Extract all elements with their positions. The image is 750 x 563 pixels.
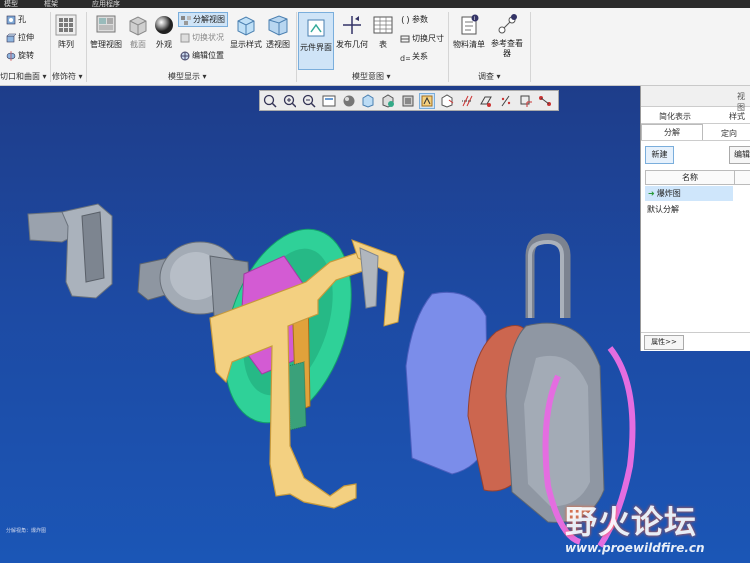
explode-state-row-default[interactable]: 默认分解 <box>647 204 679 215</box>
manage-view-icon <box>95 14 117 36</box>
extrude-icon <box>6 33 17 43</box>
ribbon: 孔 拉伸 旋转 切口和曲面 ▾ 阵列 修饰符 ▾ 管理视图 截面 外观 分解视图… <box>0 8 750 86</box>
watermark-logo: 野火论坛 www.proewildfire.cn <box>565 497 705 555</box>
manage-view-button[interactable]: 管理视图 <box>90 14 122 50</box>
toggle-state-icon <box>180 33 190 43</box>
panel-footer-divider <box>641 332 750 333</box>
perspective-view-icon[interactable] <box>419 92 436 109</box>
revolve-button[interactable]: 旋转 <box>6 50 34 61</box>
tab-orient[interactable]: 定向 <box>721 128 737 139</box>
tab-divider <box>641 140 750 141</box>
view-manager-panel: 视图 简化表示 样式 分解 定向 新建 编辑 名称 ➜ 爆炸图 默认分解 属性>> <box>640 86 750 351</box>
perspective-icon <box>267 14 289 36</box>
tab-explode[interactable]: 分解 <box>641 124 703 141</box>
exploded-assembly-model[interactable] <box>0 86 750 563</box>
arrow-right-icon: ➜ <box>648 189 655 198</box>
coordinate-system-icon[interactable] <box>519 94 533 108</box>
group-label-investigate[interactable]: 调查 ▾ <box>478 71 501 82</box>
appearance-button[interactable]: 外观 <box>152 14 176 50</box>
perspective-button[interactable]: 透视图 <box>264 14 292 50</box>
reference-viewer-icon <box>496 14 518 36</box>
separator <box>50 12 51 82</box>
group-label-modifiers[interactable]: 修饰符 ▾ <box>52 71 83 82</box>
display-style-button[interactable]: 显示样式 <box>230 14 262 50</box>
separator <box>448 12 449 82</box>
svg-text:d=: d= <box>400 54 410 62</box>
hole-icon <box>6 15 16 25</box>
publish-geometry-button[interactable]: 发布几何 <box>336 14 368 50</box>
parameters-button[interactable]: () 参数 <box>400 14 428 26</box>
saved-orientations-icon[interactable] <box>381 93 395 108</box>
explode-view-button[interactable]: 分解视图 <box>178 12 228 27</box>
bom-icon: i <box>458 14 480 36</box>
svg-text:i: i <box>474 16 475 22</box>
menubar: 模型 框架 应用程序 <box>0 0 750 8</box>
reference-viewer-button[interactable]: 参考查看器 <box>488 14 526 59</box>
shading-icon[interactable] <box>342 94 356 108</box>
switch-dimensions-icon <box>400 34 410 44</box>
zoom-in-icon[interactable] <box>283 94 297 108</box>
view-toolbar <box>259 90 559 111</box>
graphics-viewport[interactable]: 分解视角：爆炸图 野火论坛 www.proewildfire.cn <box>0 86 750 563</box>
pattern-button[interactable]: 阵列 <box>54 14 78 50</box>
toggle-state-button[interactable]: 切换状况 <box>180 32 224 43</box>
component-interface-icon <box>305 17 327 39</box>
relations-icon: d= <box>400 52 412 63</box>
edit-position-button[interactable]: 编辑位置 <box>180 50 224 61</box>
group-label-cuts[interactable]: 切口和曲面 ▾ <box>0 71 47 82</box>
edit-button[interactable]: 编辑 <box>729 146 750 164</box>
name-column-header[interactable]: 名称 <box>645 170 734 185</box>
cube-icon <box>235 14 257 36</box>
panel-title: 视图 <box>737 92 745 112</box>
explode-state-row-selected[interactable]: ➜ 爆炸图 <box>645 186 733 201</box>
switch-dimensions-button[interactable]: 切换尺寸 <box>400 33 444 44</box>
group-label-model-intent[interactable]: 模型意图 ▾ <box>352 71 391 82</box>
separator <box>530 12 531 82</box>
datum-axis-icon[interactable] <box>460 94 474 108</box>
group-label-model-display[interactable]: 模型显示 ▾ <box>168 71 207 82</box>
relations-button[interactable]: d= 关系 <box>400 51 428 63</box>
annotation-display-icon[interactable] <box>538 94 552 108</box>
revolve-icon <box>6 50 16 61</box>
hole-button[interactable]: 孔 <box>6 14 26 25</box>
component-interface-button[interactable]: 元件界面 <box>298 12 334 70</box>
zoom-out-icon[interactable] <box>302 94 316 108</box>
explode-icon <box>181 15 191 25</box>
new-button[interactable]: 新建 <box>645 146 674 164</box>
refit-icon[interactable] <box>263 94 277 108</box>
braces-icon: () <box>400 15 411 26</box>
datum-point-icon[interactable] <box>499 94 513 108</box>
section-icon <box>127 14 149 36</box>
separator <box>296 12 297 82</box>
tab-style[interactable]: 样式 <box>729 111 745 122</box>
bom-button[interactable]: i 物料清单 <box>452 14 486 50</box>
pattern-icon <box>55 14 77 36</box>
tab-simplified[interactable]: 简化表示 <box>659 111 691 122</box>
watermark-text: 野火论坛 <box>565 503 698 541</box>
svg-text:(): () <box>400 16 410 25</box>
ball-joint-part[interactable] <box>137 241 251 317</box>
edit-position-icon <box>180 51 190 61</box>
table-icon <box>372 14 394 36</box>
column-header-extra <box>734 170 750 185</box>
properties-button[interactable]: 属性>> <box>644 335 684 350</box>
view-style-icon[interactable] <box>361 93 375 108</box>
display-datum-icon[interactable] <box>440 93 454 108</box>
datum-plane-icon[interactable] <box>479 94 493 108</box>
viewport-status-text: 分解视角：爆炸图 <box>6 528 47 534</box>
watermark-url: www.proewildfire.cn <box>565 541 705 555</box>
extrude-button[interactable]: 拉伸 <box>6 32 34 43</box>
publish-geometry-icon <box>341 14 363 36</box>
table-button[interactable]: 表 <box>372 14 394 50</box>
vent-clip-part[interactable] <box>27 203 113 299</box>
panel-header: 视图 <box>641 86 750 112</box>
separator <box>86 12 87 82</box>
sphere-icon <box>153 14 175 36</box>
section-button[interactable]: 截面 <box>126 14 150 50</box>
view-manager-icon[interactable] <box>401 94 415 108</box>
repaint-icon[interactable] <box>322 94 336 108</box>
